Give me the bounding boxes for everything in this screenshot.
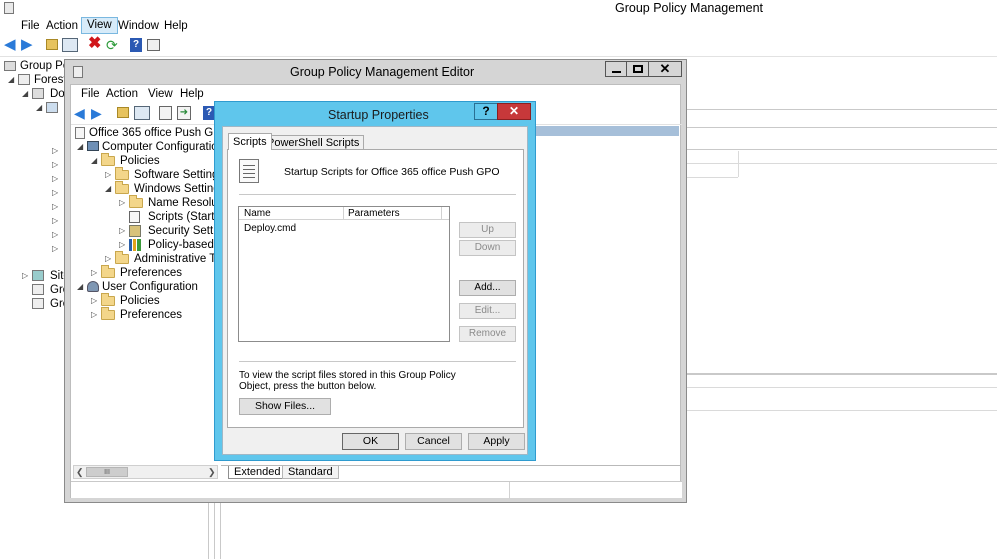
folder-icon (129, 195, 143, 208)
ok-button[interactable]: OK (342, 433, 399, 450)
edit-button[interactable]: Edit... (459, 303, 516, 319)
gpme-title-bar: Group Policy Management Editor ✕ (65, 60, 686, 84)
gpme-menu-view[interactable]: View (143, 85, 178, 103)
scripts-list[interactable]: Name Parameters Deploy.cmd (238, 206, 450, 342)
folder-icon (101, 293, 115, 306)
gpme-close-button[interactable]: ✕ (648, 61, 682, 77)
export-icon[interactable]: ➜ (177, 106, 191, 120)
list-item[interactable]: Deploy.cmd (239, 222, 449, 235)
domain-icon (46, 102, 58, 113)
computer-icon (87, 141, 99, 151)
console-icon (4, 61, 16, 71)
gpme-window-title: Group Policy Management Editor (290, 65, 475, 79)
refresh-icon[interactable]: ⟳ (106, 38, 122, 54)
tab-scripts[interactable]: Scripts (228, 133, 272, 150)
export-list-icon[interactable] (159, 106, 172, 120)
gpme-app-icon (73, 66, 83, 78)
folder-icon (115, 181, 129, 194)
add-button[interactable]: Add... (459, 280, 516, 296)
column-parameters[interactable]: Parameters (348, 207, 400, 220)
scroll-thumb[interactable]: III (86, 467, 128, 477)
chart-icon (129, 239, 141, 251)
script-name: Deploy.cmd (244, 223, 297, 234)
forest-icon (18, 74, 30, 85)
gpm-toolbar: ◀ ▶ ✖ ⟳ ? (0, 35, 997, 57)
gpme-menu-action[interactable]: Action (101, 85, 143, 103)
folder-icon (115, 251, 129, 264)
gpm-right-pane (686, 57, 997, 559)
results-icon (32, 298, 44, 309)
show-files-button[interactable]: Show Files... (239, 398, 331, 415)
cancel-button[interactable]: Cancel (405, 433, 462, 450)
script-document-icon (239, 159, 259, 183)
gpme-menu-help[interactable]: Help (175, 85, 209, 103)
dialog-body: Scripts PowerShell Scripts Startup Scrip… (222, 126, 528, 455)
up-folder-icon[interactable] (46, 39, 58, 50)
folder-icon (101, 307, 115, 320)
view-tabs: Extended Standard (221, 465, 681, 479)
maximize-button[interactable] (626, 61, 649, 77)
modeling-icon (32, 284, 44, 295)
tab-powershell-scripts[interactable]: PowerShell Scripts (262, 135, 365, 150)
info-text: To view the script files stored in this … (239, 370, 456, 392)
gpm-menu-action[interactable]: Action (41, 17, 83, 35)
scripts-heading: Startup Scripts for Office 365 office Pu… (284, 166, 500, 178)
up-folder-icon[interactable] (117, 107, 129, 118)
gpm-menu-window[interactable]: Window (113, 17, 164, 35)
gpm-app-icon (4, 2, 14, 14)
show-hide-tree-icon[interactable] (62, 38, 78, 52)
tab-standard[interactable]: Standard (282, 466, 339, 479)
gpm-tree-pane: Group Poli ◢ Forest: ◢ Dor ◢ ▷ ▷ ▷ ▷ ▷ ▷… (0, 57, 74, 559)
dialog-close-button[interactable]: ✕ (497, 103, 531, 120)
scroll-left-arrow[interactable]: ❮ (76, 466, 84, 479)
delete-icon[interactable]: ✖ (88, 36, 104, 52)
back-icon[interactable]: ◀ (74, 106, 90, 122)
scripts-tab-panel: Startup Scripts for Office 365 office Pu… (227, 149, 524, 428)
up-button[interactable]: Up (459, 222, 516, 238)
folder-icon (101, 153, 115, 166)
gpme-status-bar (71, 481, 682, 499)
folder-icon (115, 167, 129, 180)
gpme-tree-pane: Office 365 office Push GPO [D ◢ Computer… (75, 127, 245, 321)
properties-icon[interactable] (147, 39, 160, 51)
gpm-menu-bar: File Action View Window Help (0, 17, 997, 35)
scroll-right-arrow[interactable]: ❯ (208, 466, 216, 479)
help-icon[interactable]: ? (130, 38, 142, 52)
tree-horizontal-scrollbar[interactable]: ❮ III ❯ (73, 465, 218, 479)
dialog-help-button[interactable]: ? (474, 103, 498, 120)
gpm-menu-help[interactable]: Help (159, 17, 193, 35)
remove-button[interactable]: Remove (459, 326, 516, 342)
folder-icon (101, 265, 115, 278)
gpm-title-bar: Group Policy Management (0, 0, 997, 17)
domains-icon (32, 88, 44, 99)
sites-icon (32, 270, 44, 281)
back-icon[interactable]: ◀ (4, 37, 20, 54)
gpo-icon (75, 127, 85, 139)
tab-extended[interactable]: Extended (228, 466, 287, 479)
show-hide-tree-icon[interactable] (134, 106, 150, 120)
minimize-button[interactable] (605, 61, 627, 77)
gpm-window-title: Group Policy Management (615, 1, 763, 15)
separator (239, 361, 516, 362)
column-name[interactable]: Name (244, 207, 271, 220)
apply-button[interactable]: Apply (468, 433, 525, 450)
forward-icon[interactable]: ▶ (21, 37, 37, 54)
list-header: Name Parameters (239, 207, 449, 220)
security-icon (129, 225, 141, 237)
user-icon (87, 281, 99, 292)
forward-icon[interactable]: ▶ (91, 106, 107, 122)
separator (239, 194, 516, 195)
startup-properties-dialog: Startup Properties ? ✕ Scripts PowerShel… (214, 101, 536, 461)
scripts-icon (129, 211, 140, 223)
dialog-title: Startup Properties (328, 108, 429, 122)
down-button[interactable]: Down (459, 240, 516, 256)
